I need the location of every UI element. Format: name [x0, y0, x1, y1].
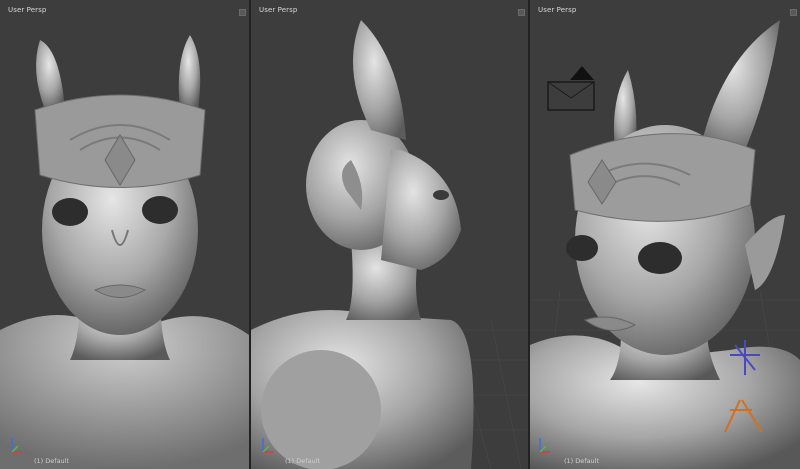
viewport-resize-handle[interactable]: [790, 9, 797, 16]
viewport-title: User Persp: [8, 6, 47, 14]
viewport-front[interactable]: User Persp (1) Default: [0, 0, 249, 469]
viewport-footer-label: (1) Default: [285, 457, 321, 465]
model-side-view: [251, 20, 528, 469]
viewport-title: User Persp: [259, 6, 298, 14]
model-front-view: [0, 35, 249, 469]
viewport-perspective[interactable]: User Persp (1) Default: [530, 0, 800, 469]
model-perspective-view: [530, 20, 800, 469]
viewport-side[interactable]: User Persp (1) Default: [251, 0, 528, 469]
viewport-resize-handle[interactable]: [518, 9, 525, 16]
viewport-footer-label: (1) Default: [564, 457, 600, 465]
viewport-title: User Persp: [538, 6, 577, 14]
viewport-footer-label: (1) Default: [34, 457, 70, 465]
viewport-resize-handle[interactable]: [239, 9, 246, 16]
